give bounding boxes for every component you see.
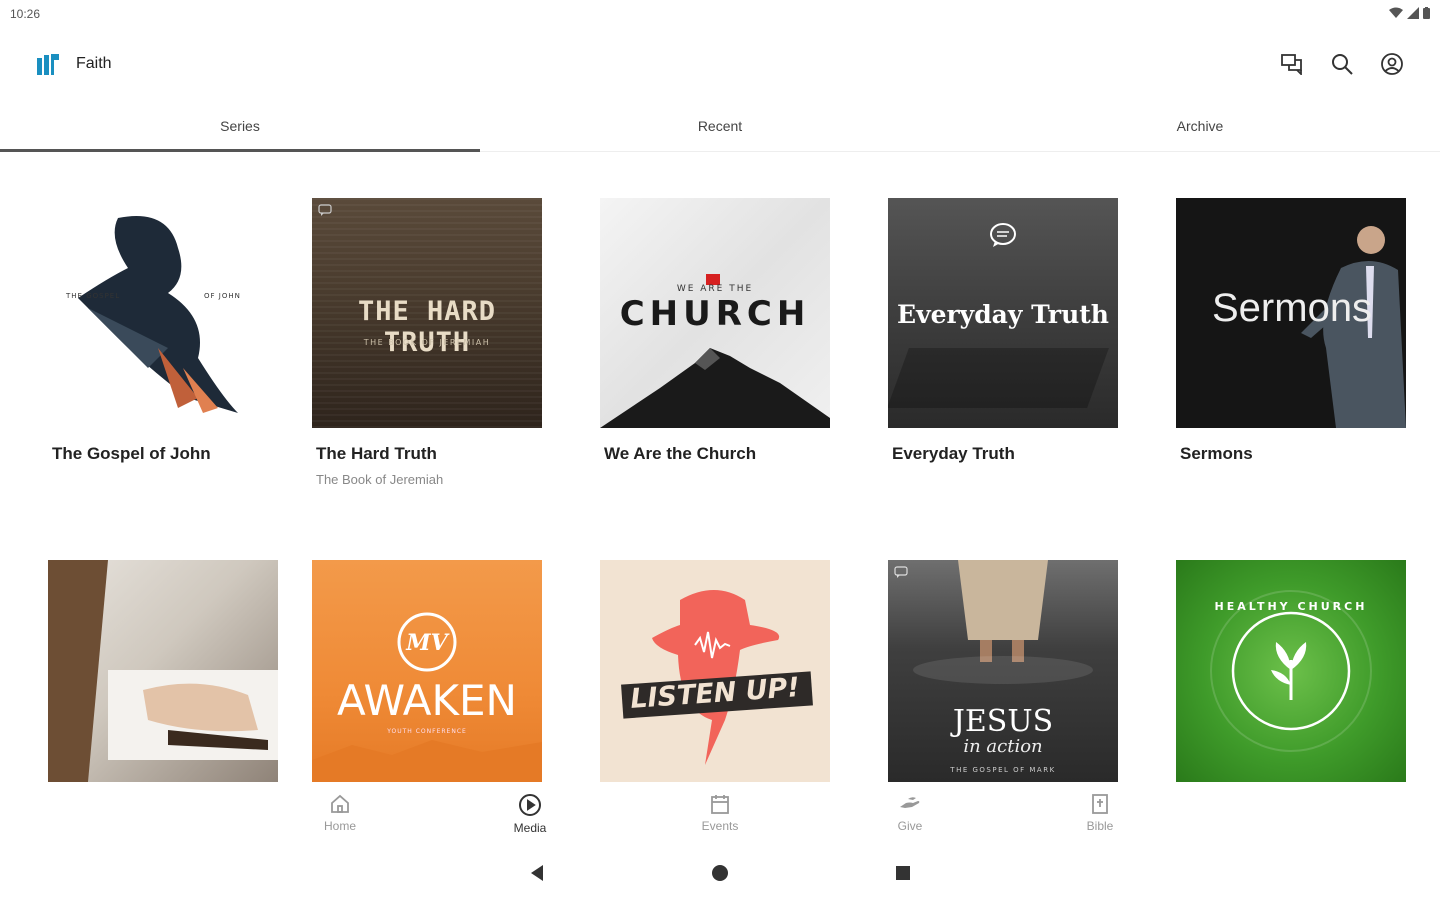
wifi-icon xyxy=(1389,7,1403,18)
header-actions xyxy=(1278,50,1406,78)
art-tagline: YOUTH CONFERENCE xyxy=(387,728,467,735)
app-title: Faith xyxy=(76,55,112,72)
series-artwork xyxy=(48,560,278,782)
art-text-right: OF JOHN xyxy=(204,292,241,300)
series-artwork: THE HARD TRUTH THE BOOK OF JEREMIAH xyxy=(312,198,542,428)
recents-square-icon[interactable] xyxy=(894,864,912,882)
series-grid: THE GOSPEL OF JOHN The Gospel of John TH… xyxy=(0,198,1440,783)
status-bar: 10:26 xyxy=(0,0,1440,28)
nav-give[interactable]: Give xyxy=(815,783,1005,843)
series-card-sermons[interactable]: Sermons Sermons xyxy=(1176,198,1406,464)
battery-icon xyxy=(1423,7,1430,19)
system-navigation-bar xyxy=(0,848,1440,900)
nav-label: Media xyxy=(513,821,547,835)
nav-label: Bible xyxy=(1086,819,1114,833)
series-artwork: THE GOSPEL OF JOHN xyxy=(48,198,278,428)
home-circle-icon[interactable] xyxy=(711,864,729,882)
app-bar: Faith xyxy=(0,38,1440,90)
art-headline: Everyday Truth xyxy=(897,300,1109,329)
series-title: The Hard Truth xyxy=(316,444,437,463)
series-card-everyday-truth[interactable]: Everyday Truth Everyday Truth xyxy=(888,198,1118,464)
signal-icon xyxy=(1407,7,1419,19)
series-subtitle: The Book of Jeremiah xyxy=(316,472,444,487)
awaken-art xyxy=(312,612,542,782)
chat-badge-icon xyxy=(990,223,1016,247)
art-headline: Sermons xyxy=(1212,286,1373,330)
art-headline: THE HARD TRUTH xyxy=(357,296,497,358)
gospel-silhouette-art xyxy=(78,216,238,413)
tab-archive[interactable]: Archive xyxy=(960,106,1440,151)
series-title: Everyday Truth xyxy=(892,444,1015,463)
home-icon xyxy=(331,794,349,813)
bible-icon xyxy=(1092,794,1108,814)
healthy-church-art xyxy=(1210,590,1372,752)
chat-badge-icon xyxy=(894,566,908,578)
app-logo-icon xyxy=(37,54,59,75)
bottom-navigation: Home Media Events Give Bible xyxy=(0,783,1440,843)
tab-series[interactable]: Series xyxy=(0,106,480,152)
tab-bar: Series Recent Archive xyxy=(0,106,1440,152)
series-artwork: JESUS in action THE GOSPEL OF MARK xyxy=(888,560,1118,782)
chat-badge-icon xyxy=(318,204,332,216)
series-card-jesus-in-action[interactable]: JESUS in action THE GOSPEL OF MARK xyxy=(888,560,1118,783)
nav-label: Home xyxy=(323,819,356,833)
series-artwork: LISTEN UP! xyxy=(600,560,830,782)
art-headline: CHURCH xyxy=(619,294,811,334)
chat-icon[interactable] xyxy=(1278,50,1306,78)
listen-up-art xyxy=(621,590,813,765)
art-headline: HEALTHY CHURCH xyxy=(1214,600,1368,613)
art-tagline: THE BOOK OF JEREMIAH xyxy=(363,338,491,347)
nav-label: Events xyxy=(701,819,739,833)
series-card-hard-truth[interactable]: THE HARD TRUTH THE BOOK OF JEREMIAH The … xyxy=(312,198,542,487)
art-headline: JESUS xyxy=(952,704,1054,739)
nav-home[interactable]: Home xyxy=(245,783,435,843)
series-title: The Gospel of John xyxy=(52,444,211,463)
hands-on-keys-art xyxy=(48,560,278,782)
calendar-icon xyxy=(711,795,729,814)
series-title: Sermons xyxy=(1180,444,1253,463)
series-artwork: HEALTHY CHURCH xyxy=(1176,560,1406,782)
series-card-piano[interactable] xyxy=(48,560,278,783)
art-text-left: THE GOSPEL xyxy=(66,292,121,300)
account-icon[interactable] xyxy=(1378,50,1406,78)
series-card-we-are-the-church[interactable]: WE ARE THE CHURCH We Are the Church xyxy=(600,198,830,464)
series-title: We Are the Church xyxy=(604,444,757,463)
art-script: in action xyxy=(963,736,1043,757)
art-headline: AWAKEN xyxy=(337,676,517,725)
art-tagline: THE GOSPEL OF MARK xyxy=(950,766,1056,774)
series-card-awaken[interactable]: MV AWAKEN YOUTH CONFERENCE xyxy=(312,560,542,783)
series-artwork: WE ARE THE CHURCH xyxy=(600,198,830,428)
nav-bible[interactable]: Bible xyxy=(1005,783,1195,843)
nav-label: Give xyxy=(897,819,923,833)
search-icon[interactable] xyxy=(1328,50,1356,78)
series-card-listen-up[interactable]: LISTEN UP! xyxy=(600,560,830,783)
back-triangle-icon[interactable] xyxy=(528,864,546,882)
nav-events[interactable]: Events xyxy=(625,783,815,843)
series-artwork: Everyday Truth xyxy=(888,198,1118,428)
art-mark: MV xyxy=(406,630,448,656)
series-artwork: MV AWAKEN YOUTH CONFERENCE xyxy=(312,560,542,782)
series-card-gospel-of-john[interactable]: THE GOSPEL OF JOHN The Gospel of John xyxy=(48,198,278,464)
status-time: 10:26 xyxy=(10,7,41,21)
art-kicker: WE ARE THE xyxy=(676,284,754,294)
give-hand-icon xyxy=(900,797,920,808)
nav-media[interactable]: Media xyxy=(435,783,625,843)
tab-recent[interactable]: Recent xyxy=(480,106,960,151)
series-artwork: Sermons xyxy=(1176,198,1406,428)
play-circle-icon xyxy=(519,794,541,816)
series-card-healthy-church[interactable]: HEALTHY CHURCH xyxy=(1176,560,1406,783)
system-indicators xyxy=(1389,7,1430,19)
